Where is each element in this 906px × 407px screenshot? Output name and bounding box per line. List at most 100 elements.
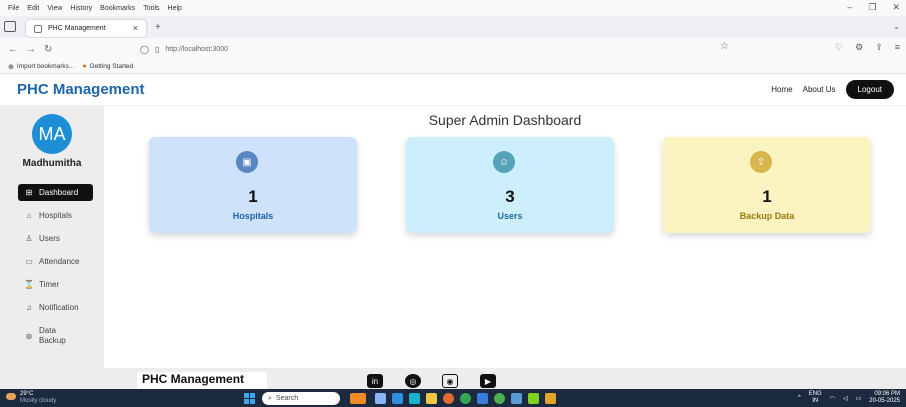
import-icon: ⊕ [8,63,14,71]
pocket-icon[interactable]: ♡ [835,42,843,53]
close-window-icon[interactable]: ✕ [892,2,900,13]
tab-title: PHC Management [48,25,106,32]
users-count: 3 [505,187,515,206]
tab-close-icon[interactable]: × [133,23,138,33]
browser-menu-bar: File Edit View History Bookmarks Tools H… [0,0,906,16]
card-backup-data[interactable]: ⇧ 1 Backup Data [663,137,871,233]
backup-count: 1 [762,187,772,206]
page-icon: ▯ [154,44,160,54]
forward-icon[interactable]: → [26,44,36,55]
app-header: PHC Management Home About Us Logout [0,74,906,106]
sidebar: MA Madhumitha ⊞ Dashboard ⌂ Hospitals ♙ … [0,106,104,368]
menu-view[interactable]: View [47,5,62,12]
language-indicator[interactable]: ENG IN [809,391,822,405]
app-icon[interactable] [494,393,505,404]
url-bar[interactable]: ◯ ▯ http://localhost:3000 [140,41,740,57]
wifi-icon[interactable]: ◠ [830,395,835,402]
sidebar-item-data-backup[interactable]: ⊛ Data Backup [18,324,93,348]
sidebar-item-hospitals[interactable]: ⌂ Hospitals [18,207,93,224]
menu-tools[interactable]: Tools [143,5,159,12]
grid-icon: ⊞ [25,188,33,197]
edge-browser-icon[interactable] [409,393,420,404]
hourglass-icon: ⌛ [24,280,34,289]
browser-nav-bar: ← → ↻ ◯ ▯ http://localhost:3000 ☆ ♡ ⚙ ⇪ … [0,38,906,60]
home-link[interactable]: Home [771,85,792,94]
card-label: Users [497,211,523,221]
restore-icon[interactable]: ❐ [868,2,876,13]
app-brand[interactable]: PHC Management [17,81,145,98]
avatar: MA [32,114,72,154]
about-link[interactable]: About Us [803,85,836,94]
menu-icon[interactable]: ≡ [895,42,900,53]
bookmark-import[interactable]: ⊕ Import bookmarks... [8,63,74,71]
clock[interactable]: 09:06 PM 20-05-2025 [869,391,900,405]
git-icon[interactable] [528,393,539,404]
share-icon[interactable]: ⇪ [875,42,883,53]
new-tab-button[interactable]: + [155,22,161,33]
weather-temp: 29°C [20,391,34,397]
sidebar-item-users[interactable]: ♙ Users [18,230,93,247]
user-name: Madhumitha [22,158,82,169]
paint-icon[interactable] [545,393,556,404]
bookmark-star-icon[interactable]: ☆ [720,41,729,52]
bookmarks-bar: ⊕ Import bookmarks... ● Getting Started [0,60,906,74]
weather-icon [6,393,16,400]
vscode-icon[interactable] [477,393,488,404]
browser-tab[interactable]: PHC Management × [26,20,146,37]
firefox-taskbar-icon[interactable] [443,393,454,404]
card-users[interactable]: ☺ 3 Users [406,137,614,233]
sidebar-item-label: Attendance [39,257,80,266]
extensions-icon[interactable]: ⚙ [855,42,863,53]
calendar-icon: ▭ [25,257,33,266]
minimize-icon[interactable]: – [847,2,852,13]
hospital-icon: ⌂ [26,211,32,220]
weather-widget[interactable]: 29°C Mostly cloudy [6,391,56,405]
menu-file[interactable]: File [8,5,19,12]
users-icon: ☺ [493,151,515,173]
menu-history[interactable]: History [70,5,92,12]
card-label: Hospitals [232,211,274,221]
folder-icon[interactable] [426,393,437,404]
github-icon[interactable]: ◎ [405,374,421,388]
sidebar-item-notification[interactable]: ♫ Notification [18,299,93,316]
taskbar-file-icon[interactable] [375,393,386,404]
photos-icon[interactable] [511,393,522,404]
window-controls: – ❐ ✕ [847,2,900,13]
chevron-down-icon[interactable]: ⌄ [893,22,900,31]
users-icon: ♙ [25,234,33,243]
menu-help[interactable]: Help [168,5,182,12]
sidebar-item-attendance[interactable]: ▭ Attendance [18,253,93,270]
back-icon[interactable]: ← [8,44,18,55]
volume-icon[interactable]: ◁ [843,395,848,402]
menu-bookmarks[interactable]: Bookmarks [100,5,135,12]
chrome-icon[interactable] [460,393,471,404]
windows-start-icon[interactable] [244,393,255,404]
sidebar-item-label: Dashboard [39,188,79,197]
linkedin-icon[interactable]: in [367,374,383,388]
sidebar-item-timer[interactable]: ⌛ Timer [18,276,93,293]
tab-list-icon[interactable] [4,21,16,32]
footer-brand: PHC Management [137,372,267,389]
taskbar-widget-icon[interactable] [350,393,366,404]
shield-icon: ◯ [140,44,149,54]
cloud-upload-icon: ⇧ [750,151,772,173]
battery-icon[interactable]: ▭ [856,395,862,402]
taskbar-search[interactable]: ⌕ Search [262,392,340,405]
hospitals-count: 1 [248,187,258,206]
chevron-up-icon[interactable]: ^ [798,395,801,401]
youtube-icon[interactable]: ▶ [480,374,496,388]
firefox-icon: ● [82,63,87,70]
logout-button[interactable]: Logout [845,80,894,99]
instagram-icon[interactable]: ◉ [442,374,458,388]
menu-edit[interactable]: Edit [27,5,39,12]
card-label: Backup Data [739,211,795,221]
bookmark-getting-started[interactable]: ● Getting Started [82,63,133,70]
url-text[interactable]: http://localhost:3000 [165,46,228,53]
sidebar-item-dashboard[interactable]: ⊞ Dashboard [18,184,93,201]
hospital-icon: ▣ [236,151,258,173]
system-tray: ^ ENG IN ◠ ◁ ▭ 09:06 PM 20-05-2025 [798,391,900,405]
edge-icon[interactable] [392,393,403,404]
header-nav: Home About Us Logout [771,80,894,99]
card-hospitals[interactable]: ▣ 1 Hospitals [149,137,357,233]
reload-icon[interactable]: ↻ [44,44,52,55]
